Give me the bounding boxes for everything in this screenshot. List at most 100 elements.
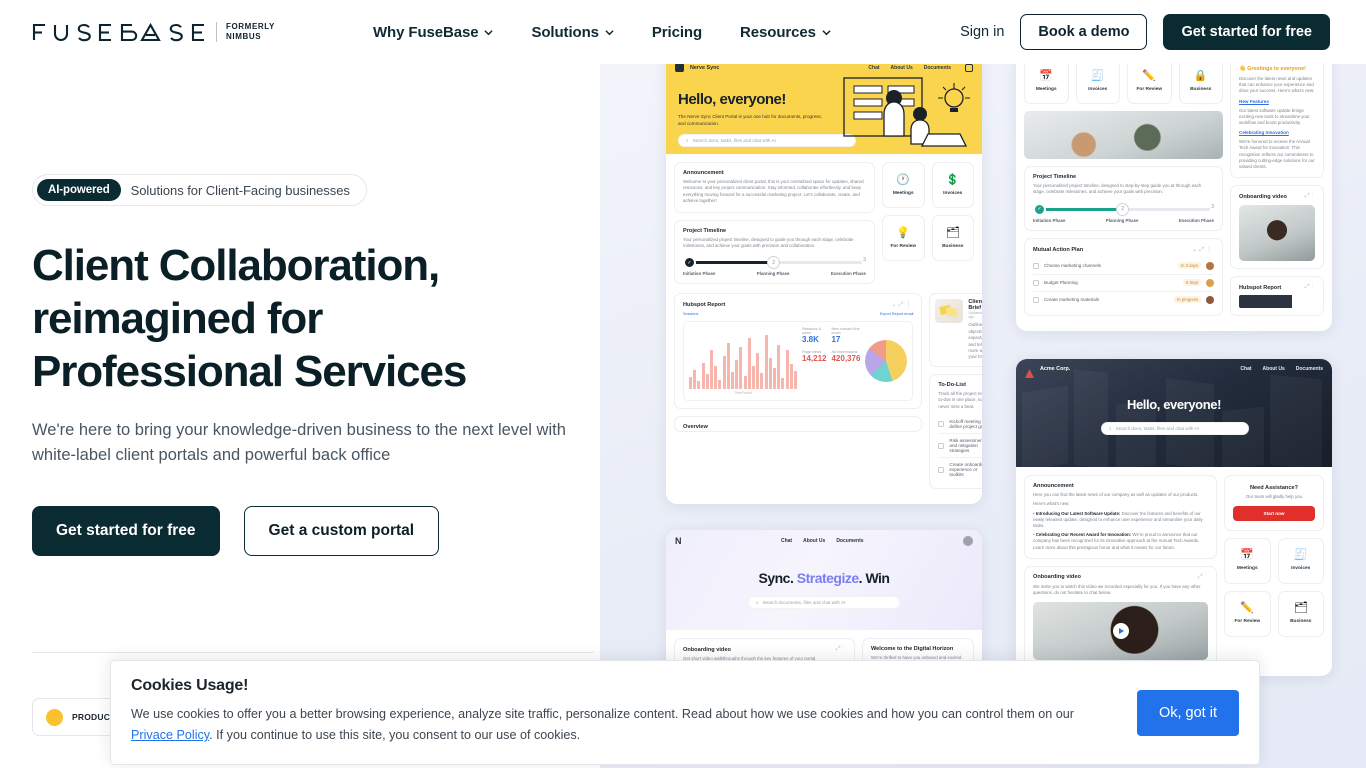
tile-meetings[interactable]: 📅 Meetings <box>1024 58 1069 104</box>
tile-meetings[interactable]: 🕐 Meetings <box>882 162 925 208</box>
portal-nav-about[interactable]: About Us <box>803 538 825 544</box>
tile-for-review[interactable]: ✏️ For Review <box>1224 590 1271 637</box>
onboarding-video-block[interactable]: Onboarding video ⤢⋮ We invite you to wat… <box>1024 565 1217 668</box>
nav-item-pricing[interactable]: Pricing <box>652 24 702 41</box>
portal-search-input[interactable]: ⌕ Search documents, files and chat with … <box>748 596 900 610</box>
map-label: Create marketing materials <box>1044 297 1100 303</box>
mutual-action-plan-card[interactable]: Mutual Action Plan ⌄⤢⋮ Choose marketing … <box>1024 237 1223 316</box>
tile-invoices[interactable]: 🧾 Invoices <box>1075 58 1120 104</box>
tile-business[interactable]: 🗂 Business <box>1277 590 1324 637</box>
new-features-link[interactable]: New Features <box>1239 99 1315 104</box>
client-brief-card[interactable]: Client Brief Updated 2 days ago Outline … <box>929 293 982 367</box>
todo-label: Risk assessment and mitigation strategie… <box>949 438 982 454</box>
portal-search-input[interactable]: ⌕ Search docs, tasks, files and chat wit… <box>1101 421 1249 435</box>
checkbox[interactable] <box>938 442 945 449</box>
cookie-banner: Cookies Usage! We use cookies to offer y… <box>110 660 1260 765</box>
tile-invoices[interactable]: 💲 Invoices <box>931 162 974 208</box>
card-menu-icon[interactable]: ⤢⋮ <box>1198 574 1208 581</box>
portal-nav-documents[interactable]: Documents <box>1296 366 1323 372</box>
portal-nav-about[interactable]: About Us <box>1263 366 1285 372</box>
onboarding-video-card[interactable]: Onboarding video ⤢⋮ <box>1230 185 1324 270</box>
kpi-value: 14,212 <box>802 354 827 364</box>
timeline-progress[interactable]: ✓ 2 3 Initiation Phase Planning Phase Ex… <box>683 256 866 276</box>
hero-custom-portal-button[interactable]: Get a custom portal <box>243 506 440 556</box>
timeline-step-2[interactable]: 2 <box>767 256 781 270</box>
greeting-title: 👋 Greetings to everyone! <box>1239 66 1306 72</box>
timeline-progress[interactable]: ✓ 2 3 Initiation Phase Planning Phase Ex… <box>1033 202 1214 223</box>
portal-nav-chat[interactable]: Chat <box>781 538 792 544</box>
nav-item-solutions[interactable]: Solutions <box>531 24 614 41</box>
todo-item[interactable]: Risk assessment and mitigation strategie… <box>938 433 982 457</box>
bar <box>722 355 726 390</box>
hubspot-report-card[interactable]: Hubspot Report ⤢⋮ <box>1230 276 1324 317</box>
tile-business[interactable]: 🗂 Business <box>931 215 974 261</box>
portal-nav-documents[interactable]: Documents <box>924 65 951 71</box>
checkbox[interactable] <box>938 421 945 428</box>
hero-get-started-button[interactable]: Get started for free <box>32 506 220 556</box>
user-avatar-icon[interactable] <box>963 535 973 546</box>
todo-item[interactable]: Kickoff meeting to define project goals <box>938 415 982 433</box>
cookie-text-a: We use cookies to offer you a better bro… <box>131 707 1074 721</box>
portal-search-input[interactable]: ⌕ Search docs, tasks, files and chat wit… <box>678 134 856 147</box>
play-icon[interactable] <box>1112 622 1129 639</box>
card-menu-icon[interactable]: ⌄⤢⋮ <box>1192 246 1214 254</box>
search-placeholder: Search documents, files and chat with AI <box>762 600 846 606</box>
nav-label: Pricing <box>651 23 703 41</box>
timeline-step-1[interactable]: ✓ <box>1033 202 1046 216</box>
checkbox[interactable] <box>1033 296 1039 303</box>
start-now-button[interactable]: Start now <box>1233 505 1315 521</box>
portal-nav-chat[interactable]: Chat <box>1240 366 1251 372</box>
map-label: Budget Planning <box>1044 280 1078 286</box>
accept-cookies-button[interactable]: Ok, got it <box>1136 689 1239 736</box>
tile-meetings[interactable]: 📅 Meetings <box>1224 537 1271 584</box>
logo[interactable]: FORMERLY NIMBUS <box>32 22 275 42</box>
sign-in-link[interactable]: Sign in <box>960 24 1004 40</box>
checkbox[interactable] <box>1033 279 1039 286</box>
showcase-column-right: ⌕ Search docs, tasks, files and chat wit… <box>1016 0 1332 690</box>
todo-item[interactable]: Create onboarding experience or toolkits <box>938 457 982 481</box>
timeline-step-1[interactable]: ✓ <box>683 256 696 270</box>
calendar-icon: 📅 <box>1039 69 1054 82</box>
get-started-button[interactable]: Get started for free <box>1163 14 1330 50</box>
map-item[interactable]: Budget Planning 6 Sept <box>1033 273 1214 291</box>
timeline-step-2[interactable]: 2 <box>1116 202 1130 216</box>
tile-business[interactable]: 🔒 Business <box>1178 58 1223 104</box>
tile-for-review[interactable]: ✏️ For Review <box>1127 58 1172 104</box>
celebrating-innovation-link[interactable]: Celebrating Innovation <box>1239 130 1315 135</box>
book-a-demo-button[interactable]: Book a demo <box>1020 14 1148 50</box>
card-menu-icon[interactable]: ⤢⋮ <box>1305 193 1315 200</box>
portal-card-nerve-sync[interactable]: Nerve Sync Chat About Us Documents Hello… <box>666 50 982 505</box>
video-thumbnail[interactable] <box>1033 601 1208 660</box>
hubspot-report-chart[interactable]: Hubspot Report ⌄⤢⋮ Sessions Export Repor… <box>674 293 923 410</box>
todo-list-card[interactable]: To-Do-List Track all the project related… <box>929 373 982 490</box>
tile-invoices[interactable]: 🧾 Invoices <box>1277 537 1324 584</box>
timeline-step-3[interactable]: 3 <box>863 257 866 263</box>
need-assistance-card: Need Assistance? Our team will gladly he… <box>1224 474 1324 531</box>
user-avatar-icon[interactable] <box>965 63 973 72</box>
portal-nav-documents[interactable]: Documents <box>836 538 863 544</box>
portal-card-acme[interactable]: Acme Corp. Chat About Us Documents Hello… <box>1016 358 1332 676</box>
card-menu-icon[interactable]: ⌄⤢⋮ <box>892 301 914 309</box>
checkbox[interactable] <box>938 466 945 473</box>
checkbox[interactable] <box>1033 262 1039 269</box>
heading-part-3: . Win <box>858 570 890 587</box>
bar <box>752 365 756 390</box>
map-item[interactable]: Choose marketing channels In 3 days <box>1033 258 1214 274</box>
nav-item-resources[interactable]: Resources <box>740 24 831 41</box>
timeline-step-3[interactable]: 3 <box>1211 204 1214 210</box>
heading-part-2: Strategize <box>793 570 859 587</box>
video-thumbnail[interactable] <box>1239 205 1315 262</box>
privacy-policy-link[interactable]: Privace Policy <box>131 728 209 742</box>
card-menu-icon[interactable]: ⤢⋮ <box>1305 284 1315 291</box>
kpi-card: Ad impressions 420,376 <box>831 350 860 363</box>
portal-nav-about[interactable]: About Us <box>891 65 913 71</box>
card-menu-icon[interactable]: ⤢⋮ <box>836 646 846 653</box>
export-report-link[interactable]: Export Report email <box>880 312 914 316</box>
map-item[interactable]: Create marketing materials In progress <box>1033 290 1214 308</box>
product-showcase: Approval of scope of work and key perfor… <box>600 0 1366 768</box>
nav-item-why-fusebase[interactable]: Why FuseBase <box>373 24 494 41</box>
divider <box>32 652 594 653</box>
kpi-label: New contact first touch <box>831 327 860 336</box>
tile-for-review[interactable]: 💡 For Review <box>882 215 925 261</box>
portal-nav-chat[interactable]: Chat <box>868 65 879 71</box>
